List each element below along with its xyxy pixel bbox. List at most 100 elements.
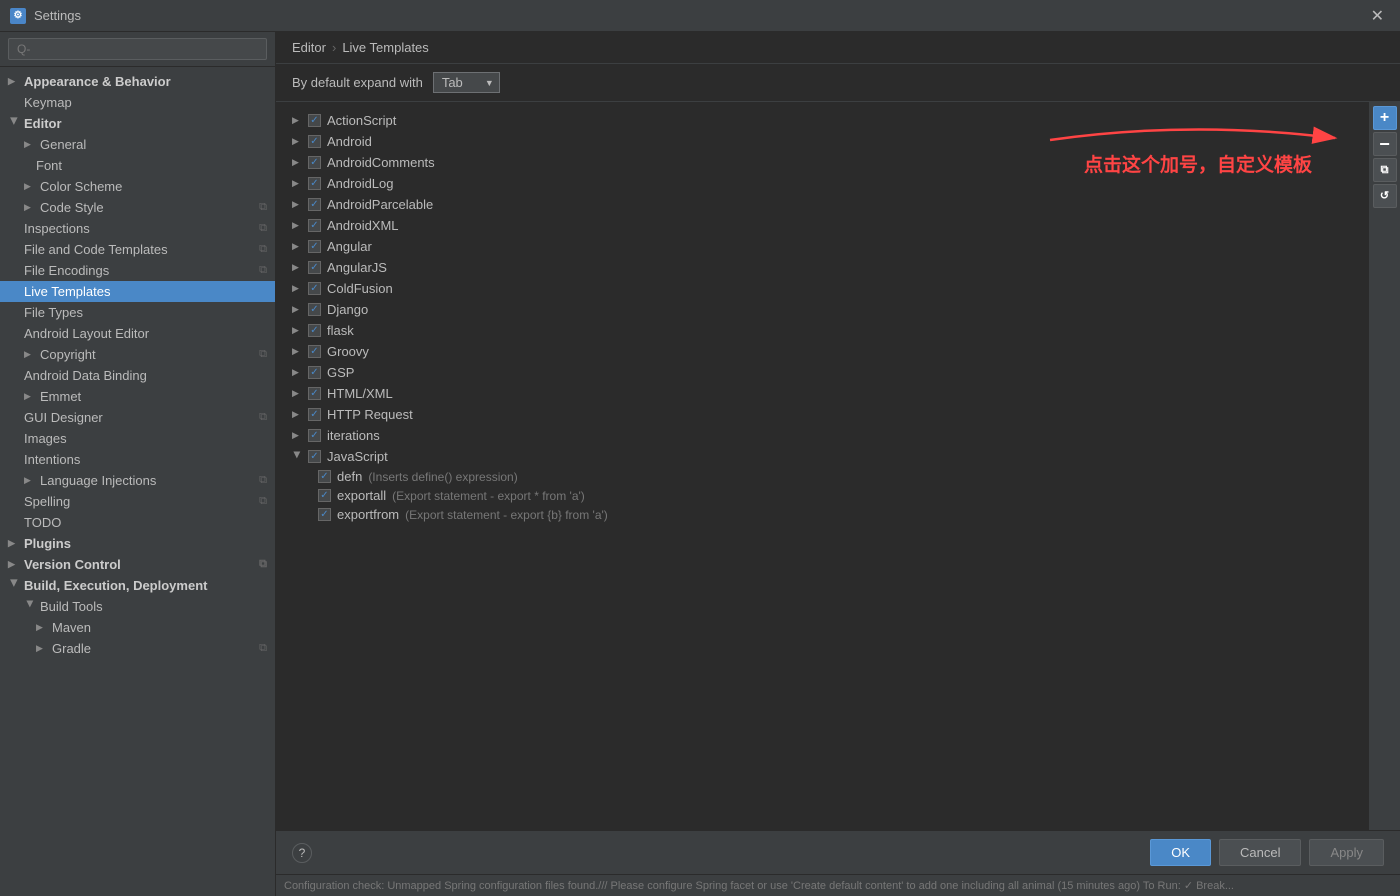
- sidebar-item-plugins[interactable]: ▶ Plugins: [0, 533, 275, 554]
- group-groovy: ▶ Groovy: [276, 341, 1368, 362]
- group-arrow-android-parcelable: ▶: [292, 199, 302, 210]
- group-header-angular[interactable]: ▶ Angular: [276, 236, 1368, 257]
- sidebar-item-file-types[interactable]: File Types: [0, 302, 275, 323]
- checkbox-http-request[interactable]: [308, 408, 321, 421]
- group-arrow-angular: ▶: [292, 241, 302, 252]
- group-header-flask[interactable]: ▶ flask: [276, 320, 1368, 341]
- checkbox-android-xml[interactable]: [308, 219, 321, 232]
- copy-icon-version-control: ⧉: [259, 558, 267, 571]
- group-android: ▶ Android: [276, 131, 1368, 152]
- group-header-django[interactable]: ▶ Django: [276, 299, 1368, 320]
- group-header-groovy[interactable]: ▶ Groovy: [276, 341, 1368, 362]
- sidebar-label-editor: Editor: [24, 116, 62, 131]
- group-header-html-xml[interactable]: ▶ HTML/XML: [276, 383, 1368, 404]
- sidebar-item-copyright[interactable]: ▶ Copyright ⧉: [0, 344, 275, 365]
- template-item-exportfrom[interactable]: exportfrom (Export statement - export {b…: [276, 505, 1368, 524]
- sidebar-item-android-data-binding[interactable]: Android Data Binding: [0, 365, 275, 386]
- sidebar-item-keymap[interactable]: Keymap: [0, 92, 275, 113]
- sidebar-item-appearance[interactable]: ▶ Appearance & Behavior: [0, 71, 275, 92]
- sidebar-item-images[interactable]: Images: [0, 428, 275, 449]
- ok-button[interactable]: OK: [1150, 839, 1211, 866]
- help-button[interactable]: ?: [292, 843, 312, 863]
- sidebar-item-android-layout-editor[interactable]: Android Layout Editor: [0, 323, 275, 344]
- sidebar-item-color-scheme[interactable]: ▶ Color Scheme: [0, 176, 275, 197]
- sidebar-label-build-exec-deploy: Build, Execution, Deployment: [24, 578, 207, 593]
- group-header-android-log[interactable]: ▶ AndroidLog: [276, 173, 1368, 194]
- sidebar-item-build-exec-deploy[interactable]: ▶ Build, Execution, Deployment: [0, 575, 275, 596]
- checkbox-cold-fusion[interactable]: [308, 282, 321, 295]
- group-header-javascript[interactable]: ▶ JavaScript: [276, 446, 1368, 467]
- sidebar-item-font[interactable]: Font: [0, 155, 275, 176]
- sidebar-item-inspections[interactable]: Inspections ⧉: [0, 218, 275, 239]
- sidebar-item-todo[interactable]: TODO: [0, 512, 275, 533]
- group-header-http-request[interactable]: ▶ HTTP Request: [276, 404, 1368, 425]
- add-button[interactable]: +: [1373, 106, 1397, 130]
- sidebar-item-intentions[interactable]: Intentions: [0, 449, 275, 470]
- sidebar-item-spelling[interactable]: Spelling ⧉: [0, 491, 275, 512]
- remove-button[interactable]: −: [1373, 132, 1397, 156]
- checkbox-html-xml[interactable]: [308, 387, 321, 400]
- sidebar-item-version-control[interactable]: ▶ Version Control ⧉: [0, 554, 275, 575]
- sidebar-item-file-code-templates[interactable]: File and Code Templates ⧉: [0, 239, 275, 260]
- sidebar-label-intentions: Intentions: [24, 452, 80, 467]
- group-header-action-script[interactable]: ▶ ActionScript: [276, 110, 1368, 131]
- sidebar-item-general[interactable]: ▶ General: [0, 134, 275, 155]
- sidebar-item-emmet[interactable]: ▶ Emmet: [0, 386, 275, 407]
- copy-button[interactable]: ⧉: [1373, 158, 1397, 182]
- group-header-cold-fusion[interactable]: ▶ ColdFusion: [276, 278, 1368, 299]
- group-header-iterations[interactable]: ▶ iterations: [276, 425, 1368, 446]
- group-header-android-parcelable[interactable]: ▶ AndroidParcelable: [276, 194, 1368, 215]
- sidebar-label-version-control: Version Control: [24, 557, 121, 572]
- group-header-angular-js[interactable]: ▶ AngularJS: [276, 257, 1368, 278]
- checkbox-iterations[interactable]: [308, 429, 321, 442]
- checkbox-angular[interactable]: [308, 240, 321, 253]
- checkbox-android[interactable]: [308, 135, 321, 148]
- settings-window: ⚙ Settings ✕ ▶ Appearance & Behavior Key…: [0, 0, 1400, 896]
- sidebar-item-editor[interactable]: ▶ Editor: [0, 113, 275, 134]
- template-item-defn[interactable]: defn (Inserts define() expression): [276, 467, 1368, 486]
- group-angular-js: ▶ AngularJS: [276, 257, 1368, 278]
- checkbox-android-comments[interactable]: [308, 156, 321, 169]
- checkbox-groovy[interactable]: [308, 345, 321, 358]
- copy-icon-file-encodings: ⧉: [259, 264, 267, 277]
- sidebar-label-file-types: File Types: [24, 305, 83, 320]
- checkbox-action-script[interactable]: [308, 114, 321, 127]
- sidebar-item-live-templates[interactable]: Live Templates: [0, 281, 275, 302]
- apply-button[interactable]: Apply: [1309, 839, 1384, 866]
- group-header-gsp[interactable]: ▶ GSP: [276, 362, 1368, 383]
- close-button[interactable]: ✕: [1365, 4, 1390, 28]
- search-input[interactable]: [8, 38, 267, 60]
- sidebar-item-gradle[interactable]: ▶ Gradle ⧉: [0, 638, 275, 659]
- sidebar-label-plugins: Plugins: [24, 536, 71, 551]
- expand-select[interactable]: Tab Enter Space: [433, 72, 500, 93]
- sidebar-item-maven[interactable]: ▶ Maven: [0, 617, 275, 638]
- group-header-android[interactable]: ▶ Android: [276, 131, 1368, 152]
- group-name-iterations: iterations: [327, 428, 380, 443]
- cancel-button[interactable]: Cancel: [1219, 839, 1301, 866]
- sidebar-item-file-encodings[interactable]: File Encodings ⧉: [0, 260, 275, 281]
- template-item-exportall[interactable]: exportall (Export statement - export * f…: [276, 486, 1368, 505]
- checkbox-defn[interactable]: [318, 470, 331, 483]
- sidebar-item-build-tools[interactable]: ▶ Build Tools: [0, 596, 275, 617]
- group-header-android-xml[interactable]: ▶ AndroidXML: [276, 215, 1368, 236]
- checkbox-gsp[interactable]: [308, 366, 321, 379]
- group-header-android-comments[interactable]: ▶ AndroidComments: [276, 152, 1368, 173]
- expand-arrow-maven: ▶: [36, 622, 48, 633]
- restore-button[interactable]: ↺: [1373, 184, 1397, 208]
- footer: ? OK Cancel Apply: [276, 830, 1400, 874]
- checkbox-angular-js[interactable]: [308, 261, 321, 274]
- checkbox-exportall[interactable]: [318, 489, 331, 502]
- checkbox-android-log[interactable]: [308, 177, 321, 190]
- app-icon: ⚙: [10, 8, 26, 24]
- sidebar-item-gui-designer[interactable]: GUI Designer ⧉: [0, 407, 275, 428]
- expand-arrow-code-style: ▶: [24, 202, 36, 213]
- group-name-javascript: JavaScript: [327, 449, 388, 464]
- sidebar-item-language-injections[interactable]: ▶ Language Injections ⧉: [0, 470, 275, 491]
- checkbox-android-parcelable[interactable]: [308, 198, 321, 211]
- group-name-action-script: ActionScript: [327, 113, 396, 128]
- sidebar-item-code-style[interactable]: ▶ Code Style ⧉: [0, 197, 275, 218]
- checkbox-javascript[interactable]: [308, 450, 321, 463]
- checkbox-django[interactable]: [308, 303, 321, 316]
- checkbox-flask[interactable]: [308, 324, 321, 337]
- checkbox-exportfrom[interactable]: [318, 508, 331, 521]
